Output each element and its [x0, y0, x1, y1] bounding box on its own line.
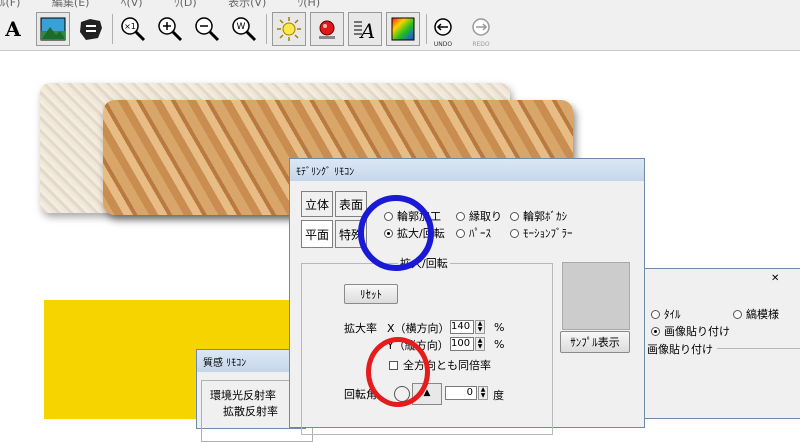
redo-label: REDO	[472, 41, 490, 48]
svg-text:W: W	[237, 22, 246, 32]
tab-solid[interactable]: 立体	[301, 191, 333, 217]
undo-label: UNDO	[433, 41, 453, 48]
undo-button[interactable]: UNDO	[426, 12, 460, 48]
option-perspective[interactable]: ﾊﾟｰｽ	[456, 225, 491, 241]
radio-perspective[interactable]	[456, 228, 465, 238]
option-stripe[interactable]: 縞模様	[733, 306, 779, 322]
radio-image-paste[interactable]	[651, 326, 660, 336]
option-image-paste[interactable]: 画像貼り付け	[651, 323, 730, 339]
sample-preview	[562, 262, 630, 330]
rotation-input[interactable]: 0	[445, 386, 477, 400]
zoom-out-icon[interactable]	[190, 12, 224, 46]
modeling-remote-window: ﾓﾃﾞﾘﾝｸﾞ ﾘﾓｺﾝ 立体 表面 平面 特殊 輪郭加工 縁取り 輪郭ﾎﾞｶｼ…	[289, 158, 645, 435]
radio-motion-blur[interactable]	[510, 228, 519, 238]
picture-icon[interactable]	[36, 12, 70, 46]
toolbar: A ×1 W A UNDO REDO	[0, 8, 800, 51]
tab-plane[interactable]: 平面	[301, 220, 333, 248]
menu-bar: ﾙ(F) 編集(E) ﾍ(V) ｳ(D) 表示(V) ｳ(H)	[0, 0, 800, 8]
zoom-fit-icon[interactable]: W	[227, 12, 261, 46]
modeling-remote-title: ﾓﾃﾞﾘﾝｸﾞ ﾘﾓｺﾝ	[290, 159, 644, 181]
y-scale-spinner[interactable]: ▲ ▼	[475, 337, 485, 351]
option-motion-blur[interactable]: ﾓｰｼｮﾝﾌﾞﾗｰ	[510, 225, 573, 241]
x-scale-spinner[interactable]: ▲ ▼	[475, 320, 485, 334]
blue-highlight-circle	[358, 195, 434, 271]
option-tile[interactable]: ﾀｲﾙ	[651, 306, 681, 322]
menu-view[interactable]: ﾍ(V)	[121, 0, 143, 8]
degree-unit: 度	[493, 389, 504, 402]
scale-label: 拡大率	[344, 322, 377, 335]
menu-draw[interactable]: ｳ(D)	[174, 0, 197, 8]
paint-splash-icon[interactable]	[74, 12, 108, 46]
svg-text:A: A	[359, 19, 375, 42]
material-ball-icon[interactable]	[310, 12, 344, 46]
radio-outline-blur[interactable]	[510, 211, 519, 221]
option-outline-blur[interactable]: 輪郭ﾎﾞｶｼ	[510, 208, 567, 224]
reset-button[interactable]: ﾘｾｯﾄ	[344, 284, 398, 304]
diffuse-label: 拡散反射率	[223, 405, 278, 418]
y-scale-input[interactable]: 100	[450, 337, 474, 351]
menu-edit[interactable]: 編集(E)	[52, 0, 90, 8]
text-tool-button[interactable]: A	[0, 12, 30, 46]
x-label: X（横方向）	[387, 322, 450, 335]
y-percent: %	[494, 338, 505, 351]
svg-text:×1: ×1	[124, 22, 136, 31]
image-paste-group-title: 画像貼り付け	[647, 343, 713, 356]
texture-panel: ✕ ﾀｲﾙ 縞模様 画像貼り付け 画像貼り付け	[640, 268, 800, 419]
menu-file[interactable]: ﾙ(F)	[0, 0, 20, 8]
x-percent: %	[494, 321, 505, 334]
close-icon[interactable]: ✕	[771, 273, 779, 284]
rotation-spinner[interactable]: ▲ ▼	[478, 386, 488, 400]
menu-display[interactable]: 表示(V)	[228, 0, 266, 8]
option-bordering[interactable]: 縁取り	[456, 208, 502, 224]
color-palette-icon[interactable]	[386, 12, 420, 46]
x-scale-input[interactable]: 140	[450, 320, 474, 334]
radio-bordering[interactable]	[456, 211, 465, 221]
menu-help[interactable]: ｳ(H)	[298, 0, 320, 8]
ambient-label: 環境光反射率	[210, 389, 276, 402]
text-style-icon[interactable]: A	[348, 12, 382, 46]
radio-stripe[interactable]	[733, 309, 742, 319]
red-highlight-circle	[366, 337, 430, 407]
radio-tile[interactable]	[651, 309, 660, 319]
redo-button[interactable]: REDO	[464, 12, 498, 48]
zoom-actual-icon[interactable]: ×1	[116, 12, 150, 46]
zoom-in-icon[interactable]	[153, 12, 187, 46]
sample-display-button[interactable]: ｻﾝﾌﾟﾙ表示	[560, 331, 630, 353]
light-source-icon[interactable]	[272, 12, 306, 46]
